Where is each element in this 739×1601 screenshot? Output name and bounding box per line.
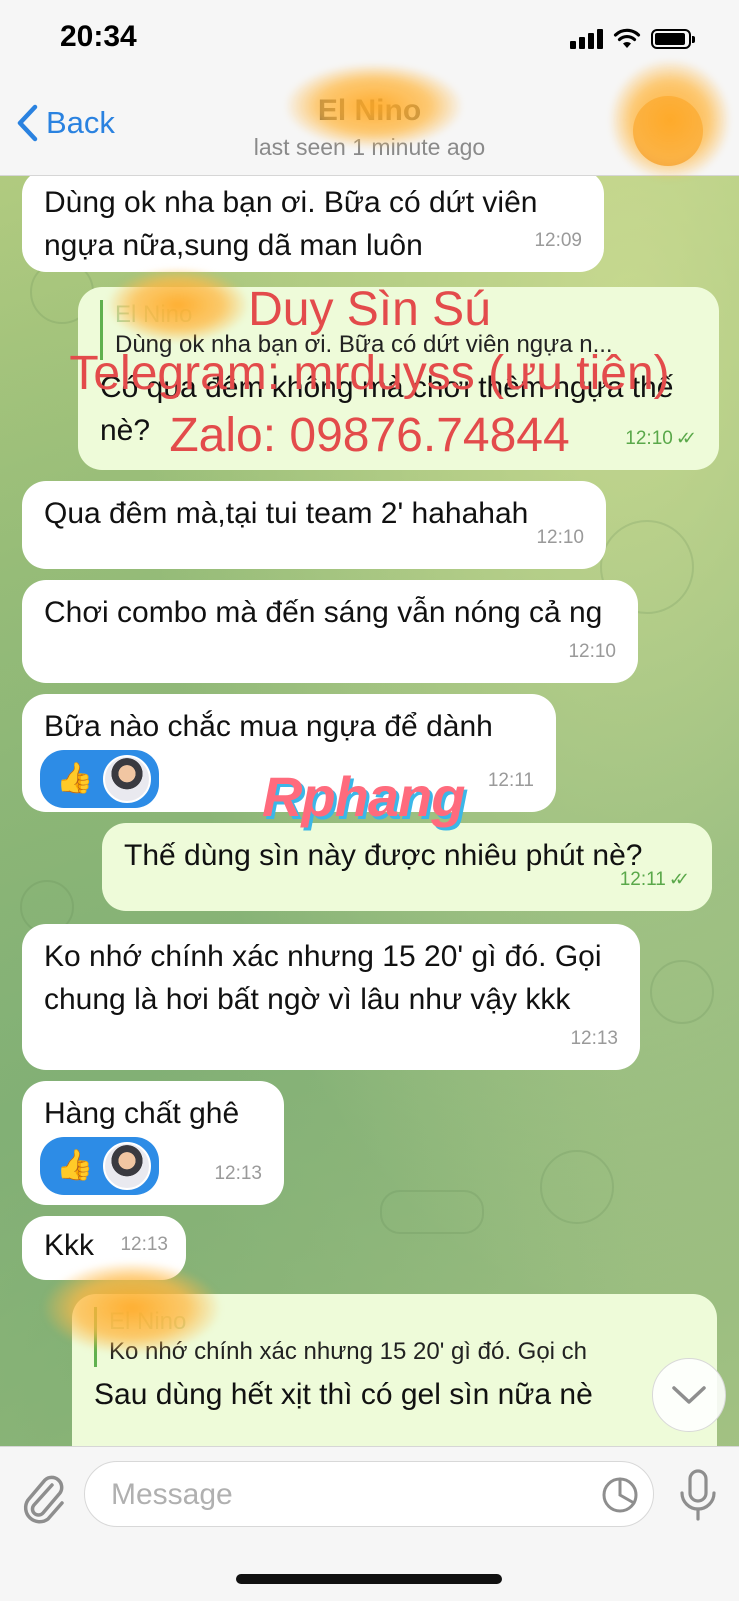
status-time: 20:34 [60, 20, 137, 53]
message-text: Qua đêm mà,tại tui team 2' hahahah [44, 497, 529, 530]
signal-icon [570, 29, 603, 49]
message-time: 12:13 [120, 1234, 168, 1255]
message-text: Chơi combo mà đến sáng vẫn nóng cả ng [44, 596, 603, 629]
message-bubble[interactable]: Ko nhớ chính xác nhưng 15 20' gì đó. Gọi… [22, 924, 640, 1070]
home-indicator[interactable] [236, 1574, 502, 1584]
wifi-icon [613, 28, 641, 48]
message-bubble[interactable]: Qua đêm mà,tại tui team 2' hahahah 12:10 [22, 481, 606, 569]
message-text: Có qua đêm không mà chơi thêm ngựa thế n… [100, 371, 674, 447]
reaction-emoji: 👍 [56, 1149, 94, 1182]
message-time: 12:11 [619, 869, 666, 890]
message-bubble[interactable]: Hàng chất ghê 👍 12:13 [22, 1081, 284, 1205]
reactor-avatar [103, 1142, 152, 1190]
system-icons [570, 27, 695, 51]
message-bubble[interactable]: Chơi combo mà đến sáng vẫn nóng cả ng 12… [22, 580, 638, 683]
reaction-chip[interactable]: 👍 [40, 750, 160, 808]
message-time: 12:10 [536, 527, 584, 548]
message-bubble[interactable]: Dùng ok nha bạn ơi. Bữa có dứt viên ngựa… [22, 176, 604, 272]
message-text: Sau dùng hết xịt thì có gel sìn nữa nè [94, 1378, 593, 1411]
message-meta: 12:13 [120, 1223, 168, 1266]
message-meta: 12:10 [568, 630, 616, 673]
message-meta: 12:13 [214, 1152, 262, 1195]
message-text: Ko nhớ chính xác nhưng 15 20' gì đó. Gọi… [44, 940, 602, 1016]
redaction-blur [610, 60, 730, 180]
message-time: 12:11 [487, 770, 534, 791]
message-meta: 12:13 [570, 1017, 618, 1060]
redaction-blur [44, 1262, 220, 1354]
message-meta: 12:10 ✓✓ [625, 417, 697, 460]
message-time: 12:10 [625, 428, 673, 449]
message-input[interactable] [109, 1472, 563, 1518]
message-bubble[interactable]: Thế dùng sìn này được nhiêu phút nè? 12:… [102, 823, 712, 911]
message-time: 12:10 [568, 641, 616, 662]
message-text: Kkk [44, 1229, 95, 1262]
redaction-blur [286, 64, 462, 148]
reaction-chip[interactable]: 👍 [40, 1137, 160, 1195]
message-meta: 12:10 [536, 516, 584, 559]
microphone-icon[interactable] [676, 1467, 720, 1523]
message-time: 12:13 [570, 1028, 618, 1049]
chevron-down-icon [672, 1386, 706, 1404]
double-check-icon: ✓✓ [668, 869, 690, 889]
scroll-to-bottom-button[interactable] [652, 1358, 726, 1432]
message-meta: 12:09 [534, 219, 582, 262]
battery-icon [651, 29, 695, 49]
chat-header: Back El Nino last seen 1 minute ago [0, 60, 739, 180]
double-check-icon: ✓✓ [675, 428, 697, 448]
message-meta: 12:11 [488, 759, 534, 802]
sticker-icon[interactable] [601, 1476, 639, 1514]
reaction-emoji: 👍 [56, 762, 94, 795]
message-time: 12:09 [534, 230, 582, 251]
reactor-avatar [103, 755, 152, 803]
message-text: Thế dùng sìn này được nhiêu phút nè? [124, 839, 643, 872]
message-text: Bữa nào chắc mua ngựa để dành [44, 710, 493, 743]
message-text: Dùng ok nha bạn ơi. Bữa có dứt viên ngựa… [44, 186, 538, 262]
rphang-logo: Rphang [262, 765, 465, 828]
message-time: 12:13 [214, 1163, 262, 1184]
message-field[interactable] [84, 1461, 654, 1527]
message-meta: 12:11 ✓✓ [620, 858, 690, 901]
message-text: Hàng chất ghê [44, 1097, 240, 1130]
redaction-blur [108, 268, 248, 342]
paperclip-icon[interactable] [18, 1469, 68, 1525]
